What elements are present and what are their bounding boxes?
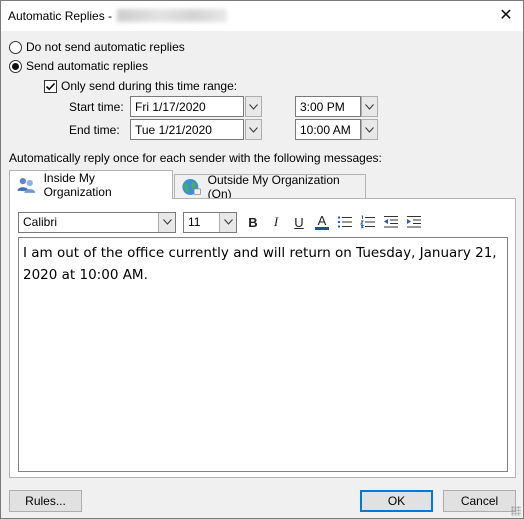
start-time-label: Start time:	[69, 100, 124, 114]
font-size-value: 11	[188, 215, 201, 229]
end-time-dropdown[interactable]	[361, 119, 378, 140]
decrease-indent-icon	[384, 216, 398, 228]
automatic-replies-dialog: Automatic Replies - ✕ Do not send automa…	[0, 0, 524, 519]
italic-button[interactable]: I	[265, 211, 287, 233]
start-time-value: 3:00 PM	[300, 99, 345, 114]
font-name-value: Calibri	[23, 215, 58, 229]
close-button[interactable]: ✕	[493, 3, 519, 29]
end-date-value: Tue 1/21/2020	[135, 122, 212, 137]
window-title: Automatic Replies -	[8, 9, 113, 23]
font-name-select[interactable]: Calibri	[18, 211, 176, 233]
start-time-dropdown[interactable]	[361, 96, 378, 117]
chevron-down-icon	[223, 219, 233, 225]
font-color-letter: A	[317, 212, 327, 228]
chevron-down-icon	[365, 103, 374, 110]
font-name-dropdown[interactable]	[158, 212, 175, 232]
do-not-send-option[interactable]: Do not send automatic replies	[9, 39, 185, 55]
send-automatic-replies-radio[interactable]	[9, 59, 22, 73]
do-not-send-label: Do not send automatic replies	[26, 40, 185, 54]
instruction-text: Automatically reply once for each sender…	[9, 151, 382, 165]
tab-inside-organization[interactable]: Inside My Organization	[9, 170, 173, 199]
tab-outside-organization-label: Outside My Organization (On)	[207, 173, 340, 201]
end-time-value: 10:00 AM	[300, 122, 351, 137]
message-text: I am out of the office currently and wil…	[23, 245, 497, 283]
tab-inside-organization-label: Inside My Organization	[43, 171, 112, 199]
time-range-checkbox[interactable]	[44, 79, 57, 93]
title-bar: Automatic Replies - ✕	[1, 1, 523, 31]
underline-button[interactable]: U	[288, 211, 310, 233]
checkmark-icon	[45, 82, 56, 90]
bullets-button[interactable]	[334, 211, 356, 233]
end-time-field[interactable]: 10:00 AM	[295, 119, 361, 140]
start-date-value: Fri 1/17/2020	[135, 99, 206, 114]
numbered-list-icon	[360, 215, 375, 229]
font-size-dropdown[interactable]	[219, 212, 236, 232]
start-date-field[interactable]: Fri 1/17/2020	[130, 96, 244, 117]
font-size-select[interactable]: 11	[183, 211, 237, 233]
chevron-down-icon	[249, 103, 258, 110]
message-editor[interactable]: I am out of the office currently and wil…	[18, 237, 508, 472]
globe-icon	[182, 179, 202, 195]
do-not-send-radio[interactable]	[9, 40, 22, 54]
cancel-button[interactable]: Cancel	[443, 490, 516, 512]
ok-button[interactable]: OK	[360, 490, 433, 512]
decrease-indent-button[interactable]	[380, 211, 402, 233]
bold-button[interactable]: B	[242, 211, 264, 233]
send-automatic-replies-option[interactable]: Send automatic replies	[9, 58, 148, 74]
end-date-dropdown[interactable]	[245, 119, 262, 140]
chevron-down-icon	[365, 126, 374, 133]
end-date-field[interactable]: Tue 1/21/2020	[130, 119, 244, 140]
redacted-account-name	[117, 9, 227, 22]
numbering-button[interactable]	[357, 211, 379, 233]
font-color-swatch	[315, 226, 329, 230]
chevron-down-icon	[249, 126, 258, 133]
increase-indent-button[interactable]	[403, 211, 425, 233]
font-color-button[interactable]: A	[311, 211, 333, 233]
bullet-list-icon	[338, 216, 352, 228]
start-date-dropdown[interactable]	[245, 96, 262, 117]
rules-button[interactable]: Rules...	[9, 490, 82, 512]
send-automatic-replies-label: Send automatic replies	[26, 59, 149, 73]
people-icon	[17, 177, 36, 193]
message-panel: Calibri 11 B I U A I am out of the offic…	[9, 198, 516, 478]
start-time-field[interactable]: 3:00 PM	[295, 96, 361, 117]
chevron-down-icon	[162, 219, 172, 225]
time-range-label: Only send during this time range:	[61, 79, 238, 93]
end-time-label: End time:	[69, 123, 120, 137]
resize-grip[interactable]	[511, 506, 521, 516]
time-range-option[interactable]: Only send during this time range:	[44, 78, 237, 94]
increase-indent-icon	[407, 216, 421, 228]
formatting-toolbar: Calibri 11 B I U A	[18, 211, 426, 233]
tab-outside-organization[interactable]: Outside My Organization (On)	[174, 173, 366, 201]
